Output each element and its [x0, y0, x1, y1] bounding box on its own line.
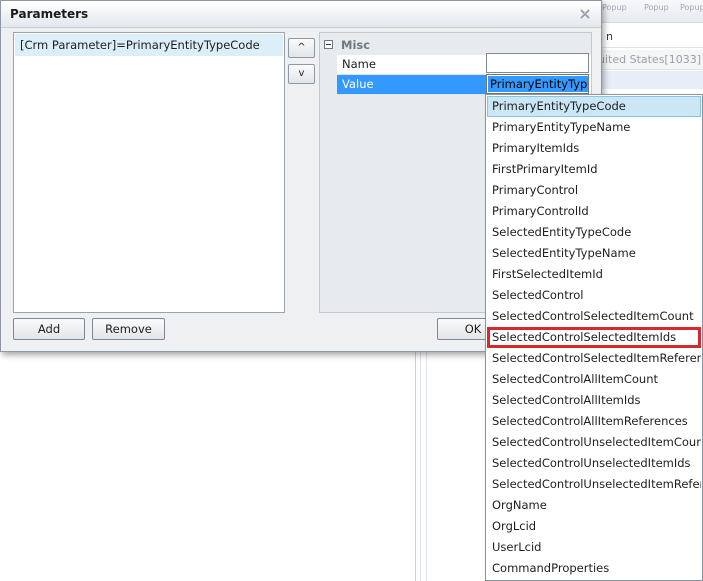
dropdown-option[interactable]: UserLcid: [487, 537, 701, 558]
property-name: Name: [342, 57, 376, 71]
dropdown-option[interactable]: PrimaryControlId: [487, 201, 701, 222]
popup-button[interactable]: Popup: [602, 3, 627, 17]
background-locale-field: uited States[1033]: [596, 50, 703, 70]
dropdown-option[interactable]: SelectedControlAllItemReferences: [487, 411, 701, 432]
dropdown-option[interactable]: SelectedControlUnselectedItemReferences: [487, 474, 701, 495]
category-label: Misc: [341, 38, 371, 52]
background-selected-row: [596, 71, 703, 89]
popup-button[interactable]: Popup: [644, 3, 669, 17]
dropdown-option[interactable]: FirstSelectedItemId: [487, 264, 701, 285]
move-down-button[interactable]: v: [288, 64, 315, 84]
list-item[interactable]: [Crm Parameter]=PrimaryEntityTypeCode: [15, 34, 283, 56]
background-divider: [415, 350, 416, 581]
dropdown-option[interactable]: PrimaryEntityTypeName: [487, 117, 701, 138]
dropdown-option[interactable]: SelectedControlSelectedItemIds: [487, 327, 701, 348]
property-grid-gutter: [320, 33, 337, 312]
dropdown-option[interactable]: FirstPrimaryItemId: [487, 159, 701, 180]
background-divider: [426, 350, 427, 581]
dropdown-option[interactable]: SelectedControlUnselectedItemIds: [487, 453, 701, 474]
property-name: Value: [337, 75, 487, 94]
value-combo-box[interactable]: PrimaryEntityTypeCode: [486, 74, 589, 94]
dialog-title-bar[interactable]: Parameters: [1, 1, 601, 28]
parameters-list[interactable]: [Crm Parameter]=PrimaryEntityTypeCode: [13, 32, 285, 313]
background-divider: [420, 350, 421, 581]
background-toolbar: Popup Popup Popup: [596, 0, 703, 23]
dropdown-option[interactable]: PrimaryEntityTypeCode: [487, 96, 701, 117]
dropdown-option[interactable]: PrimaryItemIds: [487, 138, 701, 159]
dropdown-option[interactable]: CommandProperties: [487, 558, 701, 579]
remove-button[interactable]: Remove: [92, 318, 165, 340]
dialog-title: Parameters: [10, 7, 89, 21]
background-column-header: n: [602, 30, 703, 48]
value-dropdown-list[interactable]: PrimaryEntityTypeCode PrimaryEntityTypeNa…: [485, 94, 703, 581]
dropdown-option[interactable]: OrgName: [487, 495, 701, 516]
dropdown-option[interactable]: SelectedControl: [487, 285, 701, 306]
add-button[interactable]: Add: [13, 318, 85, 340]
dropdown-option[interactable]: SelectedControlUnselectedItemCount: [487, 432, 701, 453]
dropdown-option[interactable]: SelectedEntityTypeCode: [487, 222, 701, 243]
value-combo-text: PrimaryEntityTypeCode: [488, 76, 588, 92]
dropdown-option[interactable]: PrimaryControl: [487, 180, 701, 201]
collapse-icon[interactable]: [324, 40, 333, 49]
category-row: Misc: [320, 36, 591, 54]
dropdown-option[interactable]: SelectedControlAllItemIds: [487, 390, 701, 411]
dropdown-option[interactable]: SelectedControlAllItemCount: [487, 369, 701, 390]
move-up-button[interactable]: ^: [288, 38, 315, 58]
dropdown-option[interactable]: SelectedControlSelectedItemReferences: [487, 348, 701, 369]
name-field[interactable]: [486, 53, 589, 73]
popup-button[interactable]: Popup: [680, 3, 703, 17]
dropdown-option[interactable]: SelectedEntityTypeName: [487, 243, 701, 264]
dropdown-option[interactable]: SelectedControlSelectedItemCount: [487, 306, 701, 327]
close-icon[interactable]: [579, 8, 591, 20]
dropdown-option[interactable]: OrgLcid: [487, 516, 701, 537]
